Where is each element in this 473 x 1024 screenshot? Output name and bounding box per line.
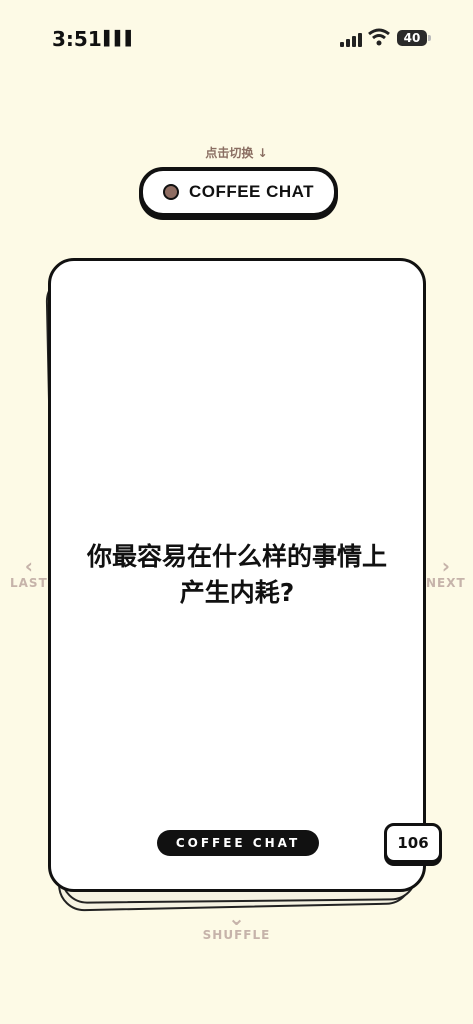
card-stack[interactable]: 你最容易在什么样的事情上 产生内耗? COFFEE CHAT 106 [45, 258, 442, 912]
question-line: 产生内耗? [179, 578, 295, 607]
status-bar: 3:51 ▌▌▌ 40 [0, 0, 473, 70]
status-time: 3:51 [52, 27, 102, 51]
next-label: NEXT [426, 576, 466, 590]
mode-label: COFFEE CHAT [188, 182, 315, 201]
question-line: 你最容易在什么样的事情上 [86, 542, 387, 571]
switch-hint: 点击切换 ↓ [205, 146, 268, 160]
card-tag: COFFEE CHAT [157, 830, 319, 856]
mode-dot-icon [162, 184, 179, 200]
shuffle-button[interactable]: ⌄ SHUFFLE [0, 908, 473, 942]
wifi-icon [368, 28, 390, 46]
battery-icon: 40 [397, 30, 427, 46]
battery-cap [428, 35, 431, 41]
last-button[interactable]: ‹ LAST [10, 556, 48, 590]
signal-icon [340, 33, 362, 47]
card-count-badge: 106 [384, 823, 442, 863]
next-button[interactable]: › NEXT [426, 556, 466, 590]
last-label: LAST [10, 576, 48, 590]
shuffle-label: SHUFFLE [202, 928, 271, 942]
mode-switch-button[interactable]: COFFEE CHAT [139, 167, 338, 217]
question-card[interactable]: 你最容易在什么样的事情上 产生内耗? COFFEE CHAT 106 [48, 258, 442, 892]
question-text: 你最容易在什么样的事情上 产生内耗? [71, 539, 403, 611]
chevron-left-icon: ‹ [24, 554, 33, 578]
book-icon: ▌▌▌ [104, 31, 137, 47]
chevron-down-icon: ⌄ [228, 906, 245, 930]
chevron-right-icon: › [441, 554, 450, 578]
